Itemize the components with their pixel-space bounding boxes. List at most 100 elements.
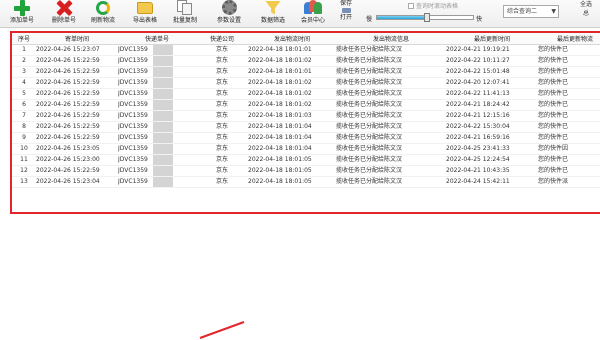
tracking-table: 序号 寄单时间 快递单号 快递公司 发出物流时间 发出物流信息 最后更新时间 最后更新物流 1… xyxy=(12,33,600,188)
button-label: 参数设置 xyxy=(216,17,241,24)
table-cell: 4 xyxy=(12,77,36,89)
add-tracking-button[interactable]: 添加单号 xyxy=(2,0,42,28)
annotation-arrow-icon xyxy=(199,321,245,339)
button-label: 批量复制 xyxy=(172,17,197,24)
table-row[interactable]: 1 2022-04-26 15:23:07 JDVC1359 京东 2022-04-18… xyxy=(12,44,600,56)
table-row[interactable]: 5 2022-04-26 15:22:59 JDVC1359 京东 2022-04-18… xyxy=(12,88,600,100)
table-cell: JDVC1359 xyxy=(118,176,196,188)
table-body: 1 2022-04-26 15:23:07 JDVC1359 京东 2022-04-18… xyxy=(12,44,600,188)
column-header[interactable]: 发出物流信息 xyxy=(336,33,446,45)
column-header[interactable]: 寄单时间 xyxy=(36,33,118,45)
select-all-button[interactable]: 全选 xyxy=(572,0,600,9)
folder-icon xyxy=(136,0,154,15)
column-header[interactable]: 快递单号 xyxy=(118,33,196,45)
table-cell: 揽收任务已分配给陈文汉 xyxy=(336,110,446,122)
refresh-icon xyxy=(94,0,112,15)
table-cell: 京东 xyxy=(196,44,248,56)
members-icon xyxy=(304,0,322,15)
column-header[interactable]: 序号 xyxy=(12,33,36,45)
table-row[interactable]: 8 2022-04-26 15:22:59 JDVC1359 京东 2022-04-18… xyxy=(12,121,600,133)
table-row[interactable]: 3 2022-04-26 15:22:59 JDVC1359 京东 2022-04-18… xyxy=(12,66,600,78)
table-row[interactable]: 7 2022-04-26 15:22:59 JDVC1359 京东 2022-04-18… xyxy=(12,110,600,122)
table-cell: 您的快件派 xyxy=(538,176,600,188)
speed-slider-handle[interactable] xyxy=(423,13,430,22)
column-header[interactable]: 发出物流时间 xyxy=(248,33,336,45)
save-button[interactable]: 保存 xyxy=(336,0,356,7)
checkbox-box[interactable] xyxy=(408,2,414,9)
table-cell: 2022-04-18 18:01:05 xyxy=(248,154,336,166)
table-cell: 京东 xyxy=(196,66,248,78)
table-cell: 9 xyxy=(12,132,36,144)
scroll-table-checkbox[interactable]: 查询时滚动表格 xyxy=(408,1,458,10)
table-cell: 2022-04-18 18:01:04 xyxy=(248,132,336,144)
table-cell: 2022-04-18 18:01:02 xyxy=(248,77,336,89)
delete-tracking-button[interactable]: 删除单号 xyxy=(44,0,84,28)
table-row[interactable]: 12 2022-04-26 15:22:59 JDVC1359 京东 2022-04-1… xyxy=(12,165,600,177)
table-cell: 2022-04-18 18:01:05 xyxy=(248,176,336,188)
open-button[interactable]: 打开 xyxy=(336,14,356,21)
table-cell: 京东 xyxy=(196,154,248,166)
column-header[interactable]: 最后更新时间 xyxy=(446,33,538,45)
speed-slider[interactable] xyxy=(376,13,474,22)
gear-icon xyxy=(220,0,238,15)
table-row[interactable]: 13 2022-04-26 15:23:04 JDVC1359 京东 2022-04-1… xyxy=(12,176,600,188)
table-cell: 2022-04-26 15:22:59 xyxy=(36,99,118,111)
table-cell: 2022-04-22 10:11:27 xyxy=(446,55,538,67)
table-cell: JDVC1359 xyxy=(118,110,196,122)
data-filter-button[interactable]: 数据筛选 xyxy=(253,0,293,28)
table-cell: JDVC1359 xyxy=(118,165,196,177)
checkbox-label: 查询时滚动表格 xyxy=(416,3,459,10)
table-cell: 您的快件已 xyxy=(538,66,600,78)
table-cell: 您的快件已 xyxy=(538,55,600,67)
table-cell: 2022-04-26 15:23:00 xyxy=(36,154,118,166)
export-table-button[interactable]: 导出表格 xyxy=(125,0,165,28)
table-cell: 您的快件已 xyxy=(538,165,600,177)
refresh-logistics-button[interactable]: 刷新物流 xyxy=(83,0,123,28)
table-cell: 揽收任务已分配给陈文汉 xyxy=(336,88,446,100)
button-label: 刷新物流 xyxy=(90,17,115,24)
batch-copy-button[interactable]: 批量复制 xyxy=(165,0,205,28)
table-cell: 13 xyxy=(12,176,36,188)
table-cell: 2022-04-18 18:01:01 xyxy=(248,44,336,56)
table-cell: 您的快件已 xyxy=(538,99,600,111)
table-cell: JDVC1359 xyxy=(118,154,196,166)
member-center-button[interactable]: 会员中心 xyxy=(293,0,333,28)
table-cell: 2022-04-26 15:23:07 xyxy=(36,44,118,56)
table-cell: 京东 xyxy=(196,143,248,155)
table-cell: JDVC1359 xyxy=(118,88,196,100)
table-cell: 2022-04-21 16:59:16 xyxy=(446,132,538,144)
table-cell: 揽收任务已分配给陈文汉 xyxy=(336,44,446,56)
table-cell: 您的快件已 xyxy=(538,121,600,133)
table-cell: 1 xyxy=(12,44,36,56)
table-cell: 2022-04-18 18:01:04 xyxy=(248,121,336,133)
column-header[interactable]: 快递公司 xyxy=(196,33,248,45)
settings-button[interactable]: 参数设置 xyxy=(209,0,249,28)
table-row[interactable]: 4 2022-04-26 15:22:59 JDVC1359 京东 2022-04-18… xyxy=(12,77,600,89)
query-mode-value: 综合查询二 xyxy=(507,8,538,15)
table-cell: 揽收任务已分配给陈文汉 xyxy=(336,154,446,166)
button-label: 添加单号 xyxy=(9,17,34,24)
copy-icon xyxy=(176,0,194,15)
table-cell: 5 xyxy=(12,88,36,100)
table-cell: 2022-04-18 18:01:03 xyxy=(248,110,336,122)
table-row[interactable]: 6 2022-04-26 15:22:59 JDVC1359 京东 2022-04-18… xyxy=(12,99,600,111)
tracking-table-highlight: 序号 寄单时间 快递单号 快递公司 发出物流时间 发出物流信息 最后更新时间 最后更新物流 1… xyxy=(10,31,600,214)
table-cell: 2022-04-18 18:01:02 xyxy=(248,88,336,100)
table-cell: 2022-04-26 15:22:59 xyxy=(36,121,118,133)
table-row[interactable]: 11 2022-04-26 15:23:00 JDVC1359 京东 2022-04-1… xyxy=(12,154,600,166)
table-cell: 2022-04-18 18:01:05 xyxy=(248,165,336,177)
table-cell: 京东 xyxy=(196,88,248,100)
table-row[interactable]: 2 2022-04-26 15:22:59 JDVC1359 京东 2022-04-18… xyxy=(12,55,600,67)
table-cell: 京东 xyxy=(196,165,248,177)
table-cell: 2022-04-21 19:19:21 xyxy=(446,44,538,56)
table-row[interactable]: 10 2022-04-26 15:23:05 JDVC1359 京东 2022-04-1… xyxy=(12,143,600,155)
table-row[interactable]: 9 2022-04-26 15:22:59 JDVC1359 京东 2022-04-18… xyxy=(12,132,600,144)
table-cell: 2022-04-21 18:24:42 xyxy=(446,99,538,111)
query-mode-select[interactable]: 综合查询二 ▼ xyxy=(503,5,559,18)
table-cell: 7 xyxy=(12,110,36,122)
table-cell: 2022-04-25 12:24:54 xyxy=(446,154,538,166)
save-open-group: 保存 打开 xyxy=(336,0,356,28)
column-header[interactable]: 最后更新物流 xyxy=(538,33,600,45)
total-button[interactable]: 总 xyxy=(572,9,600,18)
table-cell: 您的快件因 xyxy=(538,143,600,155)
